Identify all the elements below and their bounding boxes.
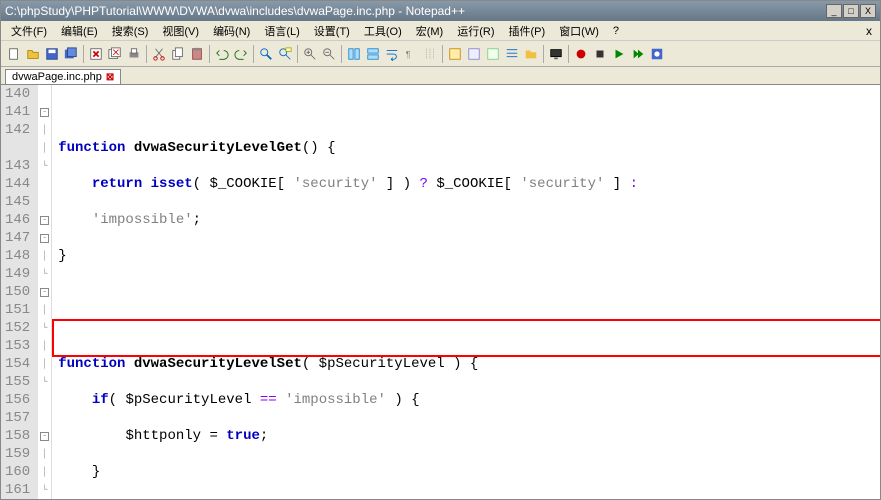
save-macro-icon[interactable] — [648, 45, 666, 63]
menu-plugins[interactable]: 插件(P) — [503, 21, 552, 41]
file-tab[interactable]: dvwaPage.inc.php ⊠ — [5, 69, 121, 84]
close-file-icon[interactable] — [87, 45, 105, 63]
menu-language[interactable]: 语言(L) — [258, 21, 305, 41]
menu-run[interactable]: 运行(R) — [451, 21, 500, 41]
close-button[interactable]: X — [860, 4, 876, 18]
menu-view[interactable]: 视图(V) — [156, 21, 205, 41]
menu-close-doc[interactable]: x — [862, 24, 876, 38]
show-all-icon[interactable]: ¶ — [402, 45, 420, 63]
tab-close-icon[interactable]: ⊠ — [106, 72, 114, 83]
menu-file[interactable]: 文件(F) — [5, 21, 53, 41]
zoom-out-icon[interactable] — [320, 45, 338, 63]
menu-settings[interactable]: 设置(T) — [308, 21, 356, 41]
menu-window[interactable]: 窗口(W) — [553, 21, 605, 41]
menu-help[interactable]: ? — [607, 23, 625, 39]
save-icon[interactable] — [43, 45, 61, 63]
print-icon[interactable] — [125, 45, 143, 63]
toolbar-separator — [297, 45, 298, 63]
monitor-icon[interactable] — [547, 45, 565, 63]
code-area[interactable]: function dvwaSecurityLevelGet() { return… — [52, 85, 880, 499]
toolbar-separator — [83, 45, 84, 63]
toolbar-separator — [341, 45, 342, 63]
indent-guide-icon[interactable] — [421, 45, 439, 63]
toolbar: ¶ — [1, 41, 880, 67]
minimize-button[interactable]: _ — [826, 4, 842, 18]
record-icon[interactable] — [572, 45, 590, 63]
undo-icon[interactable] — [213, 45, 231, 63]
toolbar-separator — [146, 45, 147, 63]
replace-icon[interactable] — [276, 45, 294, 63]
tabbar: dvwaPage.inc.php ⊠ — [1, 67, 880, 85]
lang-icon[interactable] — [446, 45, 464, 63]
toolbar-separator — [442, 45, 443, 63]
play-multi-icon[interactable] — [629, 45, 647, 63]
doc-list-icon[interactable] — [484, 45, 502, 63]
close-all-icon[interactable] — [106, 45, 124, 63]
editor[interactable]: 140141142 143144145146147148149150151152… — [1, 85, 880, 499]
menu-tools[interactable]: 工具(O) — [358, 21, 408, 41]
fold-column[interactable]: -││└--│└-│└││└-││└ — [38, 85, 52, 499]
svg-text:¶: ¶ — [406, 49, 411, 59]
tab-label: dvwaPage.inc.php — [12, 71, 102, 83]
line-number-gutter: 140141142 143144145146147148149150151152… — [1, 85, 38, 499]
window-controls: _ □ X — [826, 4, 876, 18]
zoom-in-icon[interactable] — [301, 45, 319, 63]
sync-v-icon[interactable] — [345, 45, 363, 63]
play-icon[interactable] — [610, 45, 628, 63]
new-file-icon[interactable] — [5, 45, 23, 63]
open-file-icon[interactable] — [24, 45, 42, 63]
stop-icon[interactable] — [591, 45, 609, 63]
sync-h-icon[interactable] — [364, 45, 382, 63]
menu-encoding[interactable]: 编码(N) — [207, 21, 256, 41]
toolbar-separator — [568, 45, 569, 63]
menu-macro[interactable]: 宏(M) — [410, 21, 450, 41]
cut-icon[interactable] — [150, 45, 168, 63]
copy-icon[interactable] — [169, 45, 187, 63]
redo-icon[interactable] — [232, 45, 250, 63]
menubar: 文件(F) 编辑(E) 搜索(S) 视图(V) 编码(N) 语言(L) 设置(T… — [1, 21, 880, 41]
menu-edit[interactable]: 编辑(E) — [55, 21, 104, 41]
doc-map-icon[interactable] — [465, 45, 483, 63]
paste-icon[interactable] — [188, 45, 206, 63]
toolbar-separator — [543, 45, 544, 63]
wordwrap-icon[interactable] — [383, 45, 401, 63]
func-list-icon[interactable] — [503, 45, 521, 63]
find-icon[interactable] — [257, 45, 275, 63]
window-title: C:\phpStudy\PHPTutorial\WWW\DVWA\dvwa\in… — [5, 4, 826, 18]
menu-search[interactable]: 搜索(S) — [106, 21, 155, 41]
titlebar: C:\phpStudy\PHPTutorial\WWW\DVWA\dvwa\in… — [1, 1, 880, 21]
toolbar-separator — [209, 45, 210, 63]
save-all-icon[interactable] — [62, 45, 80, 63]
folder-icon[interactable] — [522, 45, 540, 63]
maximize-button[interactable]: □ — [843, 4, 859, 18]
toolbar-separator — [253, 45, 254, 63]
